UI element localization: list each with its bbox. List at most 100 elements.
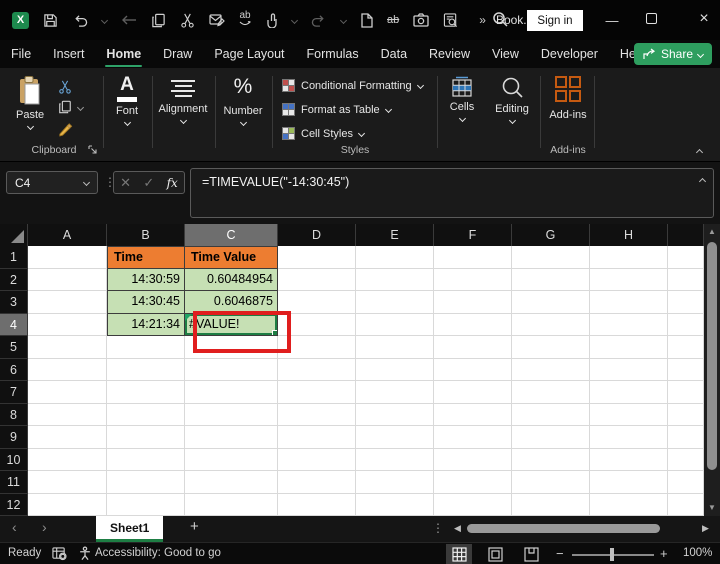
row-header-2[interactable]: 2 <box>0 268 28 291</box>
row-header-9[interactable]: 9 <box>0 426 28 449</box>
addins-button[interactable]: Add-ins <box>546 74 590 121</box>
cell-H3[interactable] <box>590 291 668 314</box>
zoom-in-button[interactable]: + <box>660 546 668 561</box>
row-header-4[interactable]: 4 <box>0 313 28 336</box>
cell-H9[interactable] <box>590 426 668 449</box>
cell-F8[interactable] <box>434 403 512 426</box>
cell-A9[interactable] <box>28 426 107 449</box>
column-header-G[interactable]: G <box>512 224 590 246</box>
cut-icon[interactable] <box>180 13 195 28</box>
cell-D6[interactable] <box>278 358 356 381</box>
zoom-out-button[interactable]: − <box>556 546 564 561</box>
insert-function-icon[interactable]: fx <box>167 176 178 190</box>
cell-A7[interactable] <box>28 381 107 404</box>
cell-G5[interactable] <box>512 336 590 359</box>
cell-E8[interactable] <box>356 403 434 426</box>
alignment-group-button[interactable]: Alignment <box>156 76 210 125</box>
collapse-formula-bar-icon[interactable] <box>698 177 707 186</box>
cell-B11[interactable] <box>107 471 185 494</box>
new-file-icon[interactable] <box>360 12 373 28</box>
accessibility-status[interactable]: Accessibility: Good to go <box>95 547 221 559</box>
column-header-H[interactable]: H <box>590 224 668 246</box>
row-header-1[interactable]: 1 <box>0 246 28 269</box>
column-header-A[interactable]: A <box>28 224 107 246</box>
tab-draw[interactable]: Draw <box>152 42 203 66</box>
strikethrough-icon[interactable]: ab <box>387 14 399 26</box>
tab-home[interactable]: Home <box>95 42 152 67</box>
hscroll-right-icon[interactable]: ▶ <box>702 523 709 534</box>
cell-D2[interactable] <box>278 268 356 291</box>
undo-dropdown-icon[interactable] <box>100 16 109 24</box>
cell-E1[interactable] <box>356 246 434 269</box>
cell-partial-6[interactable] <box>668 358 704 381</box>
cell-C6[interactable] <box>185 358 278 381</box>
cell-C10[interactable] <box>185 448 278 471</box>
cell-partial-7[interactable] <box>668 381 704 404</box>
cell-C2[interactable]: 0.60484954 <box>185 268 278 291</box>
tab-view[interactable]: View <box>481 42 530 66</box>
email-icon[interactable] <box>209 13 225 27</box>
cell-H2[interactable] <box>590 268 668 291</box>
cell-partial-5[interactable] <box>668 336 704 359</box>
row-header-10[interactable]: 10 <box>0 448 28 471</box>
name-box[interactable]: C4 <box>6 171 98 194</box>
page-break-view-button[interactable] <box>518 544 544 564</box>
cell-A12[interactable] <box>28 493 107 516</box>
cell-A6[interactable] <box>28 358 107 381</box>
cell-A2[interactable] <box>28 268 107 291</box>
maximize-button[interactable] <box>646 13 657 24</box>
copy-small-icon[interactable] <box>58 100 72 114</box>
enter-icon[interactable]: ✓ <box>143 175 154 191</box>
column-header-B[interactable]: B <box>107 224 185 246</box>
tab-page-layout[interactable]: Page Layout <box>203 42 295 66</box>
cell-E7[interactable] <box>356 381 434 404</box>
cell-D1[interactable] <box>278 246 356 269</box>
zoom-slider-thumb[interactable] <box>610 548 614 561</box>
cell-E5[interactable] <box>356 336 434 359</box>
cell-C8[interactable] <box>185 403 278 426</box>
cell-D8[interactable] <box>278 403 356 426</box>
column-header-C[interactable]: C <box>185 224 278 246</box>
horizontal-scroll-thumb[interactable] <box>467 524 660 533</box>
minimize-button[interactable]: — <box>600 8 624 32</box>
touch-mode-icon[interactable] <box>265 12 278 28</box>
cell-E12[interactable] <box>356 493 434 516</box>
cell-G10[interactable] <box>512 448 590 471</box>
sign-in-button[interactable]: Sign in <box>527 10 583 31</box>
cell-G7[interactable] <box>512 381 590 404</box>
cell-partial-8[interactable] <box>668 403 704 426</box>
copy-icon[interactable] <box>151 13 166 28</box>
cell-C9[interactable] <box>185 426 278 449</box>
cell-styles-button[interactable]: Cell Styles <box>282 127 366 140</box>
cell-A5[interactable] <box>28 336 107 359</box>
cell-G11[interactable] <box>512 471 590 494</box>
cell-C7[interactable] <box>185 381 278 404</box>
cell-G9[interactable] <box>512 426 590 449</box>
clipboard-dialog-launcher-icon[interactable] <box>88 145 98 158</box>
cell-G4[interactable] <box>512 313 590 336</box>
row-header-5[interactable]: 5 <box>0 336 28 359</box>
undo-icon[interactable] <box>72 13 88 28</box>
cell-E10[interactable] <box>356 448 434 471</box>
formula-input[interactable]: =TIMEVALUE("-14:30:45") <box>190 168 714 218</box>
cell-D11[interactable] <box>278 471 356 494</box>
collapse-ribbon-icon[interactable] <box>695 148 704 157</box>
cell-E11[interactable] <box>356 471 434 494</box>
paste-button[interactable]: Paste <box>16 76 44 131</box>
cell-B9[interactable] <box>107 426 185 449</box>
cell-B1[interactable]: Time <box>107 246 185 269</box>
number-group-button[interactable]: % Number <box>219 76 267 127</box>
camera-icon[interactable] <box>413 13 429 27</box>
row-header-12[interactable]: 12 <box>0 493 28 516</box>
cell-H1[interactable] <box>590 246 668 269</box>
cell-A1[interactable] <box>28 246 107 269</box>
previous-sheet-icon[interactable]: ‹ <box>12 519 17 535</box>
cell-A4[interactable] <box>28 313 107 336</box>
cell-H6[interactable] <box>590 358 668 381</box>
search-icon[interactable] <box>492 11 509 28</box>
cell-D10[interactable] <box>278 448 356 471</box>
format-painter-icon[interactable] <box>58 122 73 137</box>
column-header-partial[interactable] <box>668 224 704 246</box>
next-sheet-icon[interactable]: › <box>42 519 47 535</box>
cell-F3[interactable] <box>434 291 512 314</box>
